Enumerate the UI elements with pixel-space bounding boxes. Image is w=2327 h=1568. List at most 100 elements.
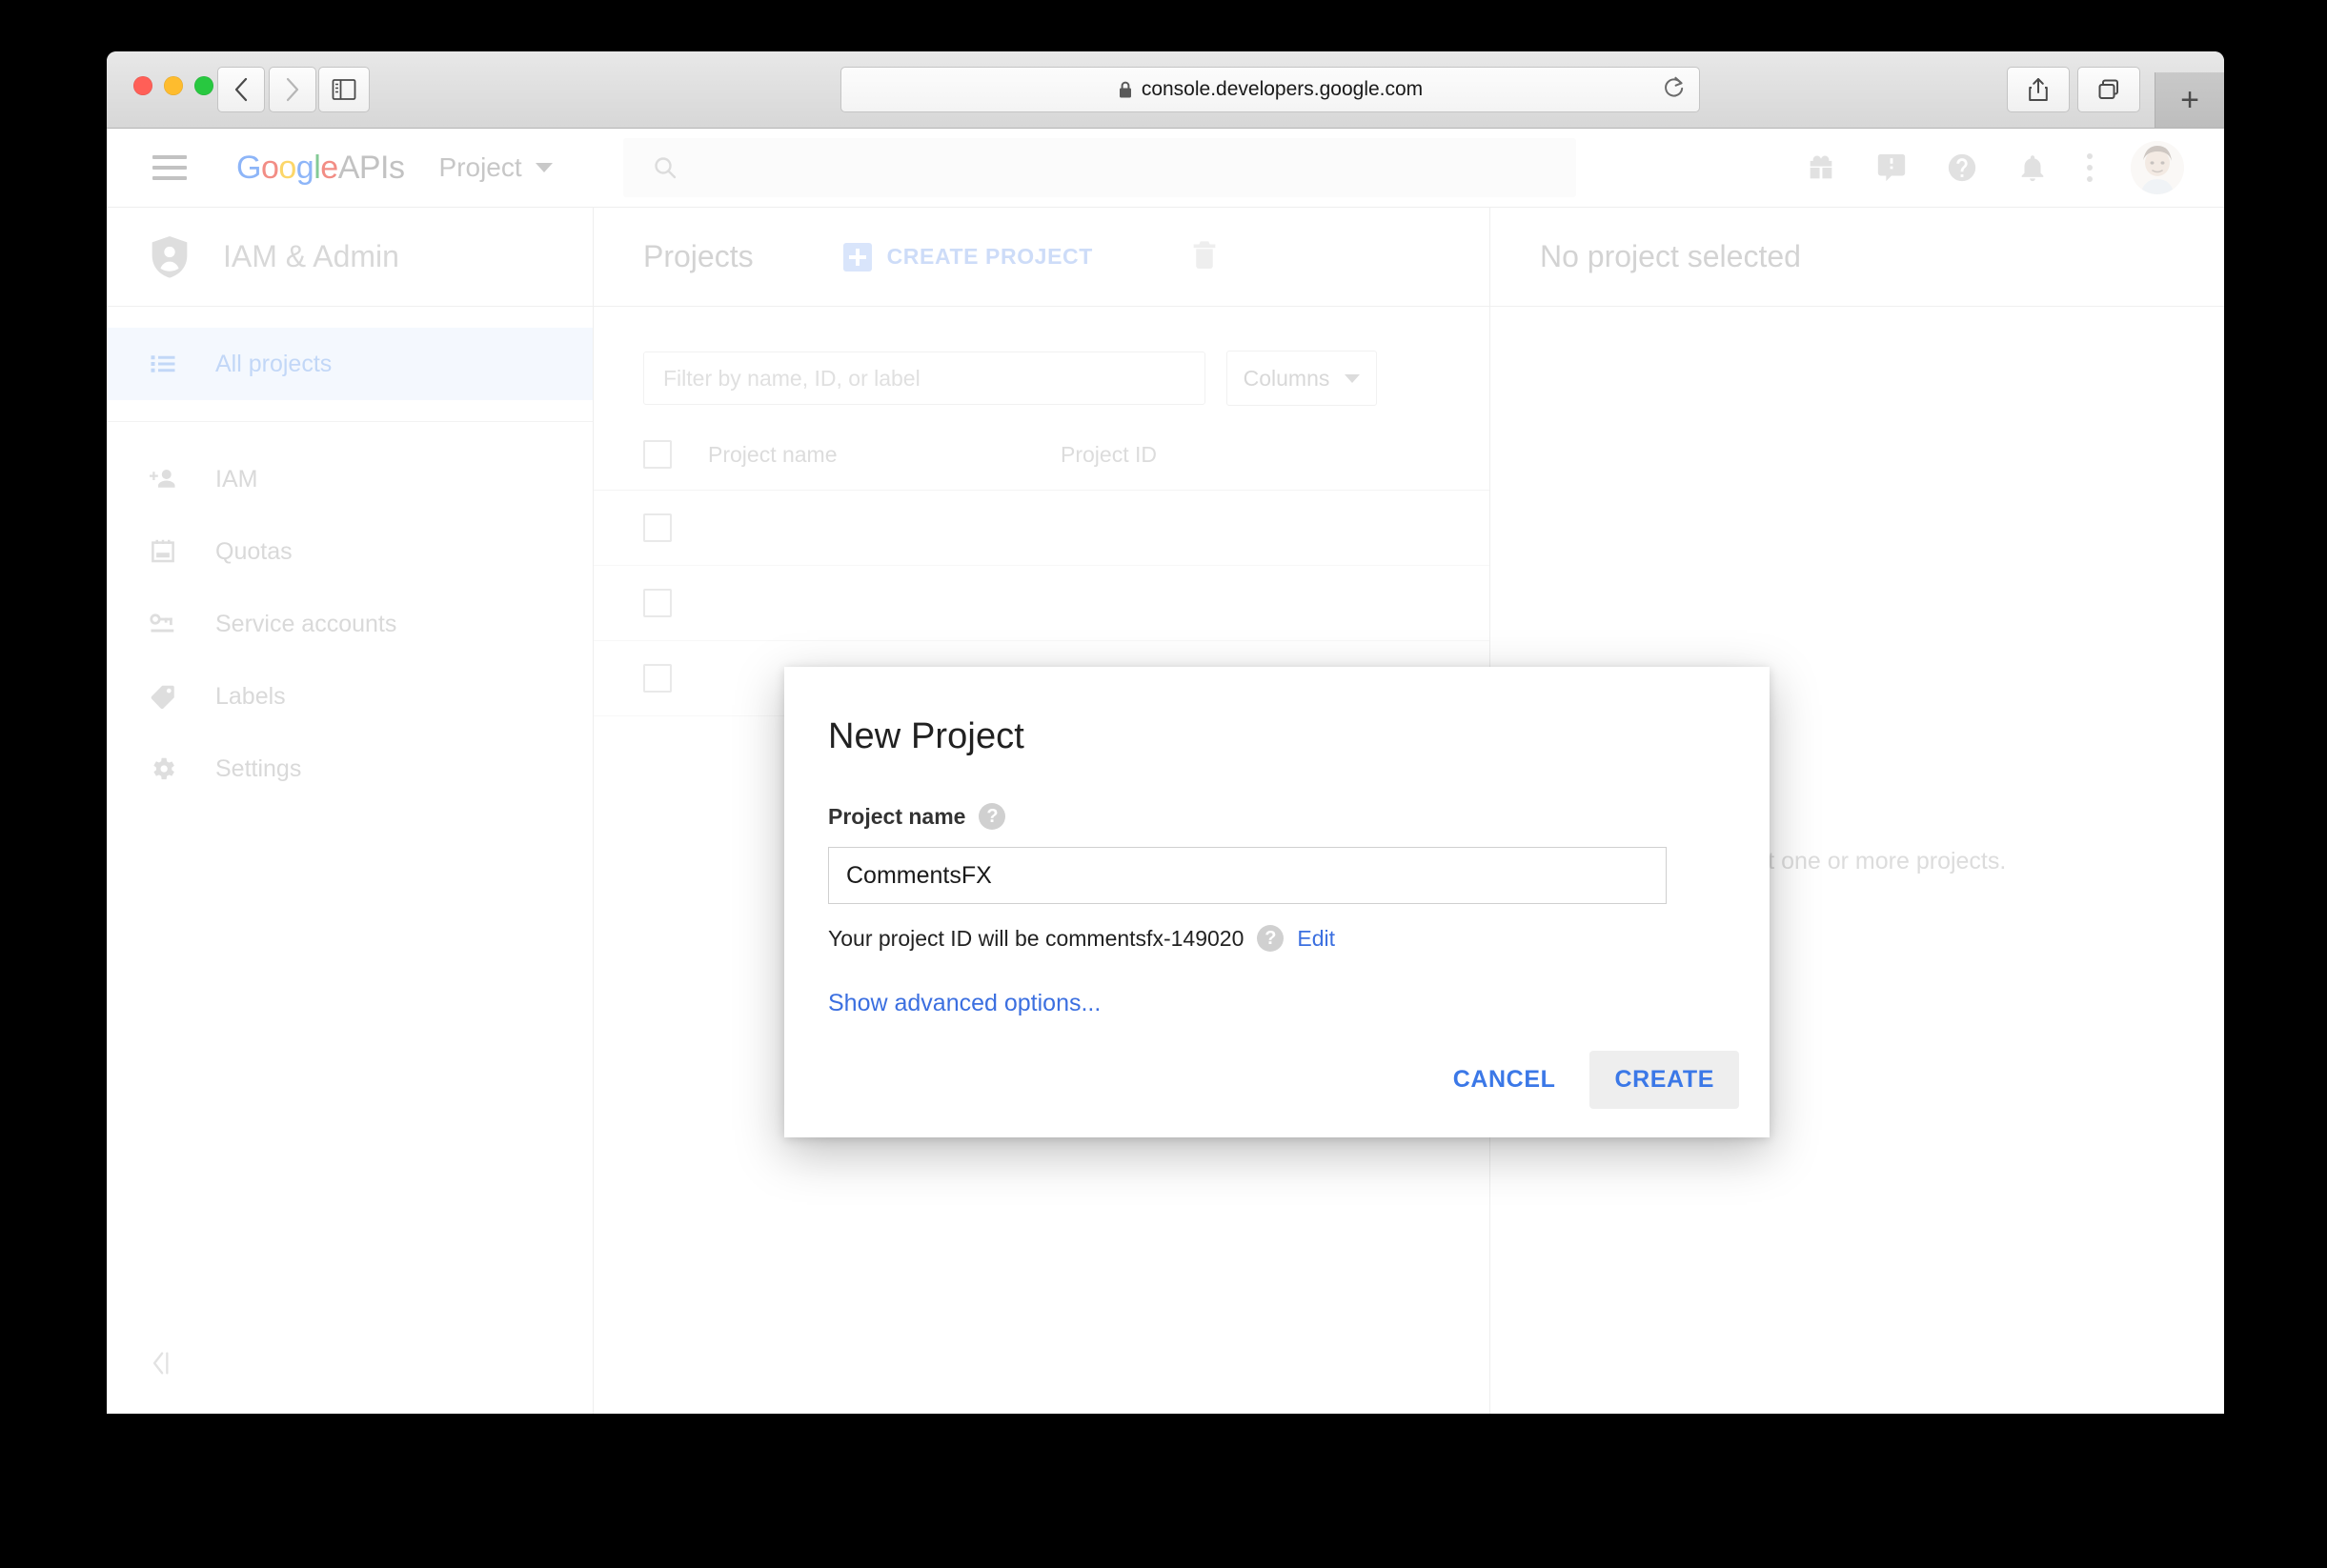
browser-toolbar: console.developers.google.com + bbox=[107, 51, 2224, 129]
url-text: console.developers.google.com bbox=[1141, 78, 1424, 100]
sidebar-item-iam[interactable]: IAM bbox=[107, 443, 593, 515]
user-avatar[interactable] bbox=[2131, 141, 2184, 194]
hamburger-menu-icon[interactable] bbox=[152, 155, 187, 180]
sidebar-header: IAM & Admin bbox=[107, 208, 593, 307]
project-picker[interactable]: Project bbox=[439, 152, 553, 183]
help-icon[interactable]: ? bbox=[1257, 925, 1285, 952]
sidebar-item-label: Quotas bbox=[215, 537, 293, 565]
notifications-bell-icon[interactable] bbox=[2016, 151, 2049, 184]
row-checkbox[interactable] bbox=[643, 664, 672, 693]
table-row[interactable] bbox=[594, 566, 1489, 641]
logo-letter-g1: G bbox=[236, 149, 261, 186]
forward-button[interactable] bbox=[269, 67, 316, 112]
column-header-project-name: Project name bbox=[708, 441, 838, 467]
browser-window: console.developers.google.com + GoogleAP… bbox=[107, 51, 2224, 1414]
minimize-window-button[interactable] bbox=[164, 76, 183, 95]
dialog-actions: CANCEL CREATE bbox=[1428, 1051, 1739, 1109]
lock-icon bbox=[1119, 81, 1131, 98]
filter-input[interactable]: Filter by name, ID, or label bbox=[643, 352, 1205, 405]
search-input[interactable] bbox=[622, 138, 1576, 197]
help-icon[interactable] bbox=[1946, 151, 1978, 184]
row-checkbox[interactable] bbox=[643, 513, 672, 542]
list-icon bbox=[149, 350, 183, 378]
sidebar-item-service-accounts[interactable]: Service accounts bbox=[107, 588, 593, 660]
chevron-down-icon bbox=[535, 163, 553, 172]
logo-letter-o2: o bbox=[278, 149, 296, 186]
share-icon bbox=[2029, 78, 2048, 101]
address-bar[interactable]: console.developers.google.com bbox=[840, 67, 1700, 112]
project-picker-label: Project bbox=[438, 152, 522, 182]
console-header: GoogleAPIs Project bbox=[107, 129, 2224, 208]
chevron-right-icon bbox=[286, 77, 299, 102]
close-window-button[interactable] bbox=[133, 76, 152, 95]
delete-projects-button[interactable] bbox=[1188, 236, 1221, 277]
browser-right-buttons bbox=[2007, 67, 2140, 112]
trash-icon bbox=[1193, 241, 1216, 270]
back-button[interactable] bbox=[217, 67, 265, 112]
logo-letter-g2: g bbox=[295, 149, 314, 186]
label-tag-icon bbox=[149, 682, 183, 711]
help-icon[interactable]: ? bbox=[979, 803, 1006, 830]
zoom-window-button[interactable] bbox=[194, 76, 213, 95]
collapse-chevron-icon bbox=[152, 1352, 169, 1375]
tab-overview-button[interactable] bbox=[2077, 67, 2140, 112]
project-name-label: Project name bbox=[828, 803, 966, 829]
avatar-image bbox=[2131, 141, 2184, 194]
project-id-text: Your project ID will be commentsfx-14902… bbox=[828, 925, 1244, 951]
create-project-label: CREATE PROJECT bbox=[886, 244, 1093, 269]
create-project-button[interactable]: CREATE PROJECT bbox=[842, 242, 1093, 271]
show-sidebar-button[interactable] bbox=[318, 67, 370, 112]
share-button[interactable] bbox=[2007, 67, 2070, 112]
projects-panel-header: Projects CREATE PROJECT bbox=[594, 208, 1489, 307]
columns-label: Columns bbox=[1243, 365, 1330, 391]
plus-square-icon bbox=[842, 242, 872, 271]
screenshot-root: console.developers.google.com + GoogleAP… bbox=[0, 0, 2327, 1568]
reload-icon bbox=[1665, 76, 1684, 97]
columns-button[interactable]: Columns bbox=[1226, 351, 1377, 406]
chevron-down-icon bbox=[1345, 373, 1361, 383]
collapse-panel-icon[interactable] bbox=[149, 1349, 173, 1377]
sidebar-item-label: Settings bbox=[215, 754, 302, 782]
quota-icon bbox=[149, 537, 183, 566]
projects-filter-row: Filter by name, ID, or label Columns bbox=[594, 307, 1489, 406]
gift-icon[interactable] bbox=[1805, 151, 1837, 184]
sidebar-item-labels[interactable]: Labels bbox=[107, 660, 593, 733]
reload-button[interactable] bbox=[1663, 75, 1686, 105]
address-bar-content: console.developers.google.com bbox=[1118, 78, 1423, 101]
chevron-left-icon bbox=[234, 77, 248, 102]
sidebar-panel-icon bbox=[332, 79, 356, 100]
table-row[interactable] bbox=[594, 491, 1489, 566]
sidebar-item-all-projects[interactable]: All projects bbox=[107, 328, 593, 400]
logo-letter-e: e bbox=[320, 149, 338, 186]
sidebar-items: All projects IAM Quotas Service accounts… bbox=[107, 307, 593, 805]
page-title: Projects bbox=[643, 239, 754, 273]
row-checkbox[interactable] bbox=[643, 589, 672, 617]
edit-project-id-link[interactable]: Edit bbox=[1297, 926, 1335, 952]
filter-placeholder: Filter by name, ID, or label bbox=[663, 365, 921, 391]
feedback-icon[interactable] bbox=[1875, 151, 1908, 184]
project-name-input[interactable]: CommentsFX bbox=[828, 847, 1667, 904]
google-apis-logo[interactable]: GoogleAPIs bbox=[236, 150, 405, 187]
search-icon bbox=[654, 157, 676, 179]
select-all-checkbox[interactable] bbox=[643, 440, 672, 469]
new-tab-label: + bbox=[2180, 82, 2199, 118]
logo-letter-o1: o bbox=[260, 149, 279, 186]
sidebar-item-label: Labels bbox=[215, 682, 286, 710]
new-tab-button[interactable]: + bbox=[2155, 72, 2224, 128]
key-icon bbox=[149, 610, 183, 638]
shield-person-icon bbox=[152, 235, 188, 278]
sidebar: IAM & Admin All projects IAM Quotas Serv… bbox=[107, 208, 594, 1414]
sidebar-item-label: Service accounts bbox=[215, 610, 397, 637]
project-name-value: CommentsFX bbox=[846, 861, 992, 889]
more-vert-icon[interactable] bbox=[2087, 153, 2093, 182]
sidebar-item-settings[interactable]: Settings bbox=[107, 733, 593, 805]
show-advanced-options-link[interactable]: Show advanced options... bbox=[828, 990, 1770, 1017]
navigation-buttons bbox=[217, 67, 316, 112]
sidebar-divider bbox=[107, 400, 593, 422]
cancel-button[interactable]: CANCEL bbox=[1428, 1051, 1581, 1109]
sidebar-item-label: IAM bbox=[215, 465, 258, 493]
sidebar-item-quotas[interactable]: Quotas bbox=[107, 515, 593, 588]
create-button[interactable]: CREATE bbox=[1589, 1051, 1739, 1109]
sidebar-item-label: All projects bbox=[215, 350, 333, 377]
detail-panel-title: No project selected bbox=[1490, 208, 2224, 307]
